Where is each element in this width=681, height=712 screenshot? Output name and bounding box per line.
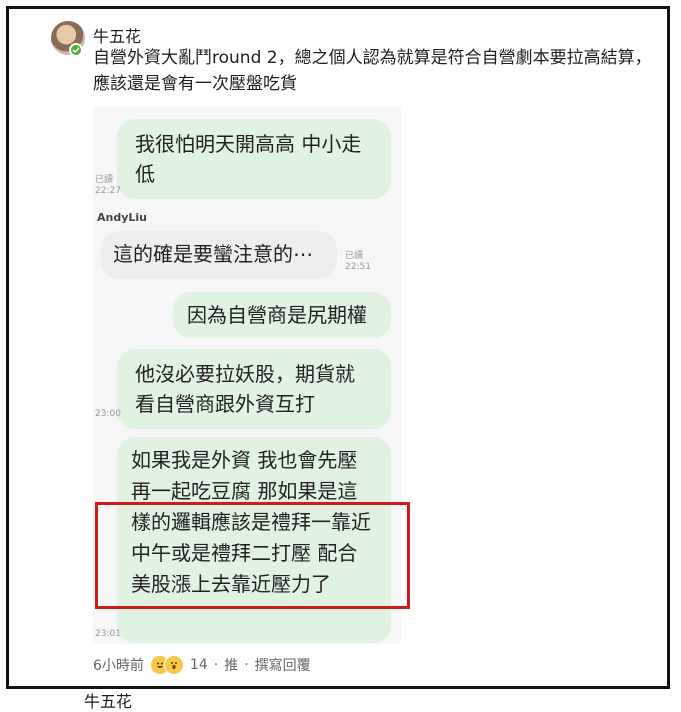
read-receipt: 已讀 xyxy=(95,175,114,185)
comment-text: 自營外資大亂鬥round 2，總之個人認為就算是符合自營劇本要拉高結算，應該還是… xyxy=(93,48,652,94)
message-time: 22:27 xyxy=(95,186,121,196)
wow-reaction-icon xyxy=(163,655,184,675)
like-button[interactable]: 推 xyxy=(224,655,238,675)
highlight-box xyxy=(95,502,410,609)
chat-sender-name: AndyLiu xyxy=(97,211,147,224)
message-time: 23:00 xyxy=(95,409,121,419)
chat-message: 他沒必要拉妖股，期貨就看自營商跟外資互打 xyxy=(117,349,391,429)
message-time: 22:51 xyxy=(345,262,371,272)
message-time: 23:01 xyxy=(95,629,121,639)
separator: · xyxy=(244,657,249,673)
read-receipt: 已讀 xyxy=(345,251,364,261)
chat-message: 這的確是要蠻注意的⋯ xyxy=(101,231,337,279)
reaction-summary[interactable] xyxy=(149,655,184,675)
reaction-count: 14 xyxy=(189,657,208,673)
comment-author[interactable]: 牛五花 xyxy=(93,23,141,47)
comment-timestamp[interactable]: 6小時前 xyxy=(93,655,144,675)
comment-card: 牛五花 自營外資大亂鬥round 2，總之個人認為就算是符合自營劇本要拉高結算，… xyxy=(6,6,670,689)
chat-message: 我很怕明天開高高 中小走低 xyxy=(117,119,391,199)
online-status-icon xyxy=(69,43,83,57)
comment-footer: 6小時前 14 · 推 · 撰寫回覆 xyxy=(93,655,311,675)
next-comment-author[interactable]: 牛五花 xyxy=(84,688,132,712)
chat-message: 因為自營商是尻期權 xyxy=(173,292,391,338)
reply-button[interactable]: 撰寫回覆 xyxy=(255,655,311,675)
separator: · xyxy=(213,657,219,673)
